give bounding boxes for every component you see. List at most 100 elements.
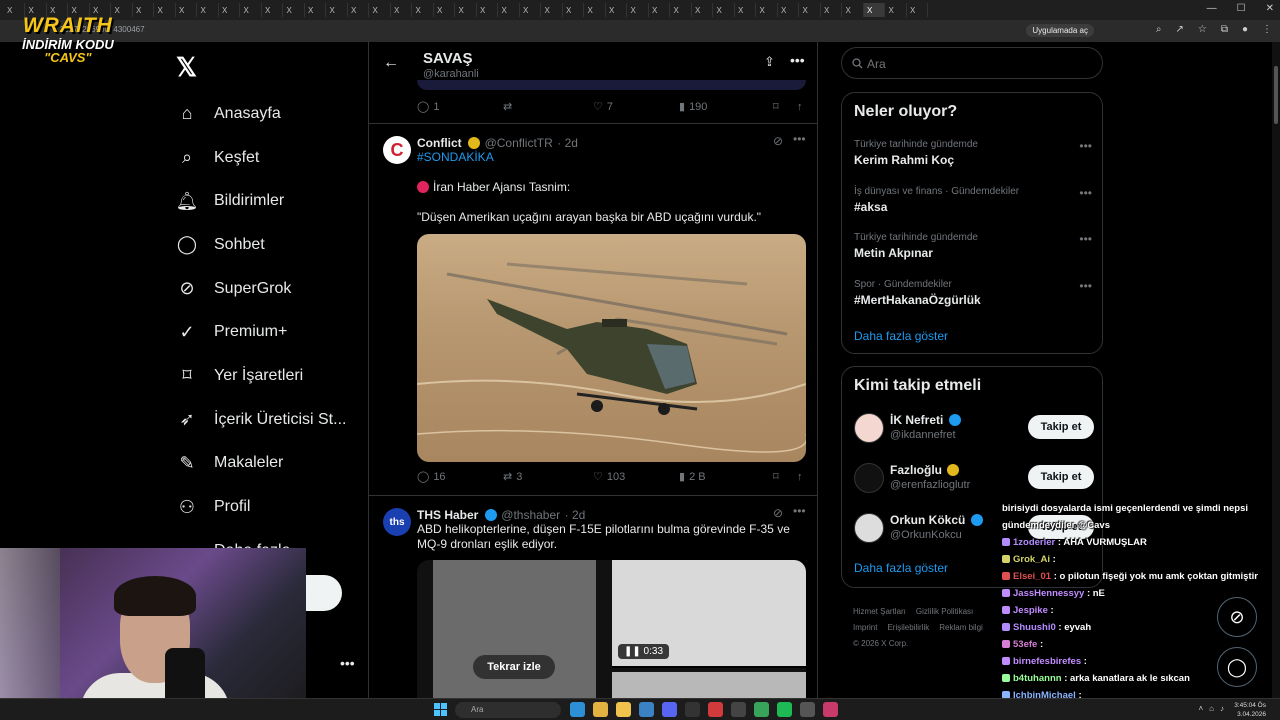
app-icon[interactable] bbox=[823, 702, 838, 717]
browser-tab[interactable]: X bbox=[843, 3, 864, 17]
author-name[interactable]: Conflict bbox=[417, 136, 462, 150]
browser-tab[interactable]: X bbox=[671, 3, 692, 17]
share-button[interactable]: ↑ bbox=[797, 471, 803, 483]
spotify-icon[interactable] bbox=[777, 702, 792, 717]
network-icon[interactable]: ⌂ bbox=[1209, 704, 1214, 713]
zoom-icon[interactable]: ⌕ bbox=[1156, 24, 1162, 35]
browser-tab[interactable]: X bbox=[198, 3, 219, 17]
browser-tab[interactable]: X bbox=[864, 3, 885, 17]
file-explorer-icon[interactable] bbox=[616, 702, 631, 717]
chrome-icon[interactable] bbox=[593, 702, 608, 717]
pause-icon[interactable]: ❚❚ bbox=[624, 646, 641, 657]
repost-button[interactable]: ⇄ bbox=[503, 100, 593, 113]
repost-button[interactable]: ⇄ 3 bbox=[503, 470, 593, 484]
footer-link[interactable]: Gizlilik Politikası bbox=[916, 607, 973, 616]
follow-suggestion[interactable]: İK Nefreti @ikdannefret Takip et bbox=[854, 411, 1094, 451]
page-scrollbar[interactable] bbox=[1272, 42, 1280, 698]
grok-icon[interactable]: ⊘ bbox=[773, 134, 783, 148]
profile-icon[interactable]: ● bbox=[1242, 24, 1248, 35]
follow-button[interactable]: Takip et bbox=[1028, 465, 1094, 489]
user-handle[interactable]: @ikdannefret bbox=[890, 429, 956, 441]
windows-start-icon[interactable] bbox=[434, 703, 447, 716]
browser-tab[interactable]: X bbox=[821, 3, 842, 17]
close-window-icon[interactable]: ✕ bbox=[1266, 3, 1274, 14]
volume-icon[interactable]: ♪ bbox=[1220, 704, 1224, 713]
author-handle[interactable]: @ConflictTR bbox=[485, 136, 553, 150]
footer-link[interactable]: Erişilebilirlik bbox=[887, 623, 929, 632]
browser-icon[interactable] bbox=[639, 702, 654, 717]
sidebar-item-chat[interactable]: ◯ Sohbet bbox=[176, 223, 346, 267]
back-arrow-icon[interactable]: ← bbox=[383, 54, 399, 72]
browser-tab[interactable]: X bbox=[606, 3, 627, 17]
trend-item[interactable]: Spor · Gündemdekiler #MertHakanaÖzgürlük •… bbox=[854, 279, 1094, 307]
tweet-time[interactable]: · 2d bbox=[557, 136, 578, 150]
open-in-app-chip[interactable]: Uygulamada aç bbox=[1026, 24, 1094, 37]
sidebar-item-home[interactable]: ⌂ Anasayfa bbox=[176, 92, 346, 136]
trend-more-icon[interactable]: ••• bbox=[1079, 232, 1092, 246]
video-player[interactable]: Tekrar izle ❚❚ 0:33 bbox=[417, 560, 806, 698]
app-icon[interactable] bbox=[800, 702, 815, 717]
browser-tab[interactable]: X bbox=[800, 3, 821, 17]
reply-button[interactable]: ◯ 1 bbox=[417, 100, 503, 114]
browser-tab[interactable]: X bbox=[886, 3, 907, 17]
tweet-card[interactable]: C Conflict @ConflictTR · 2d ⊘ ••• #SONDA… bbox=[369, 124, 817, 496]
trend-more-icon[interactable]: ••• bbox=[1079, 186, 1092, 200]
sidebar-item-search[interactable]: ⌕ Keşfet bbox=[176, 136, 346, 180]
browser-tab[interactable]: X bbox=[628, 3, 649, 17]
browser-tab[interactable]: X bbox=[735, 3, 756, 17]
user-name[interactable]: Fazlıoğlu bbox=[890, 463, 942, 477]
trend-item[interactable]: İş dünyası ve finans · Gündemdekiler #aks… bbox=[854, 186, 1094, 214]
sidebar-item-rocket[interactable]: ➶ İçerik Üreticisi St... bbox=[176, 398, 346, 442]
footer-link[interactable]: Reklam bilgi bbox=[939, 623, 983, 632]
user-name[interactable]: İK Nefreti bbox=[890, 413, 943, 427]
system-tray[interactable]: ˄ ⌂ ♪ bbox=[1198, 704, 1224, 713]
replay-button[interactable]: Tekrar izle bbox=[473, 655, 555, 679]
avatar[interactable] bbox=[854, 413, 884, 443]
account-more-icon[interactable]: ••• bbox=[340, 655, 355, 671]
discord-icon[interactable] bbox=[662, 702, 677, 717]
share-icon[interactable]: ↗ bbox=[1175, 24, 1183, 35]
app-icon[interactable] bbox=[731, 702, 746, 717]
sidebar-item-verified[interactable]: ✓ Premium+ bbox=[176, 310, 346, 354]
browser-tab[interactable]: X bbox=[714, 3, 735, 17]
app-icon[interactable] bbox=[685, 702, 700, 717]
sidebar-item-bookmark[interactable]: ⌑ Yer İşaretleri bbox=[176, 354, 346, 398]
trend-item[interactable]: Türkiye tarihinde gündemde Metin Akpınar •… bbox=[854, 232, 1094, 260]
vivaldi-icon[interactable] bbox=[708, 702, 723, 717]
app-icon[interactable] bbox=[754, 702, 769, 717]
follow-button[interactable]: Takip et bbox=[1028, 415, 1094, 439]
author-handle[interactable]: @thshaber bbox=[501, 508, 560, 522]
browser-tab[interactable]: X bbox=[391, 3, 412, 17]
sidebar-item-grok[interactable]: ⊘ SuperGrok bbox=[176, 267, 346, 311]
sidebar-item-person[interactable]: ⚇ Profil bbox=[176, 485, 346, 529]
avatar[interactable] bbox=[854, 513, 884, 543]
messages-fab[interactable]: ◯ bbox=[1217, 647, 1257, 687]
reply-button[interactable]: ◯ 16 bbox=[417, 470, 503, 484]
tweet-time[interactable]: · 2d bbox=[565, 508, 586, 522]
trends-show-more[interactable]: Daha fazla göster bbox=[854, 329, 948, 343]
menu-icon[interactable]: ⋮ bbox=[1262, 24, 1272, 35]
browser-tab[interactable]: X bbox=[907, 3, 928, 17]
helicopter-image[interactable] bbox=[417, 234, 806, 462]
browser-tab[interactable]: X bbox=[155, 3, 176, 17]
browser-tab[interactable]: X bbox=[757, 3, 778, 17]
more-icon[interactable]: ••• bbox=[790, 52, 805, 68]
sidebar-item-article[interactable]: ✎ Makaleler bbox=[176, 442, 346, 486]
user-handle[interactable]: @erenfazlioglutr bbox=[890, 479, 970, 491]
grok-icon[interactable]: ⊘ bbox=[773, 506, 783, 520]
browser-tab[interactable]: X bbox=[370, 3, 391, 17]
extensions-icon[interactable]: ⧉ bbox=[1221, 24, 1228, 35]
tweet-more-icon[interactable]: ••• bbox=[793, 132, 806, 146]
browser-tab[interactable]: X bbox=[542, 3, 563, 17]
views-button[interactable]: ▮ 190 bbox=[679, 100, 773, 114]
browser-tab[interactable]: X bbox=[327, 3, 348, 17]
bookmark-button[interactable]: ⌑ bbox=[773, 470, 797, 483]
hashtag-link[interactable]: #SONDAKİKA bbox=[417, 150, 494, 165]
window-controls[interactable]: — ☐ ✕ bbox=[1207, 3, 1274, 14]
browser-tab[interactable]: X bbox=[284, 3, 305, 17]
browser-tab[interactable]: X bbox=[262, 3, 283, 17]
browser-tab[interactable]: X bbox=[649, 3, 670, 17]
follow-suggestion[interactable]: Fazlıoğlu @erenfazlioglutr Takip et bbox=[854, 461, 1094, 501]
tweet-more-icon[interactable]: ••• bbox=[793, 504, 806, 518]
scrollbar-thumb[interactable] bbox=[1274, 66, 1278, 124]
